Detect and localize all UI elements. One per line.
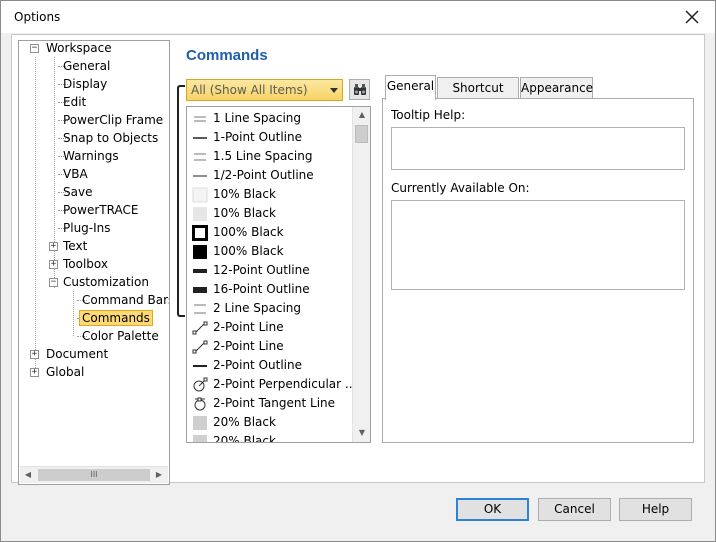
list-item[interactable]: 2-Point Perpendicular ... [189, 375, 356, 394]
collapse-customization-icon[interactable]: − [49, 278, 58, 287]
binoculars-icon [353, 83, 366, 95]
selection-connector [177, 85, 185, 317]
line-spacing-icon [194, 153, 206, 161]
tooltip-help-field[interactable] [391, 127, 685, 170]
list-item[interactable]: 1/2-Point Outline [189, 166, 349, 185]
tree-item-toolbox[interactable]: Toolbox [61, 255, 110, 273]
list-item[interactable]: 10% Black [189, 185, 349, 204]
expand-global-icon[interactable]: + [30, 368, 39, 377]
list-item[interactable]: 2-Point Line [189, 337, 349, 356]
swatch-icon [193, 245, 207, 259]
tree-item-warnings[interactable]: Warnings [61, 147, 121, 165]
commands-list-scrollbar[interactable]: ▲ ▼ [352, 107, 370, 442]
list-item[interactable]: 1 Line Spacing [189, 109, 349, 128]
swatch-icon [192, 187, 208, 203]
tangent-line-icon [194, 397, 206, 411]
list-item[interactable]: 100% Black [189, 242, 349, 261]
outline-icon [193, 365, 207, 367]
help-button[interactable]: Help [619, 498, 692, 521]
list-item[interactable]: 2-Point Outline [189, 356, 349, 375]
list-item[interactable]: 1.5 Line Spacing [189, 147, 349, 166]
filter-dropdown-value: All (Show All Items) [191, 83, 308, 97]
collapse-workspace-icon[interactable]: − [30, 44, 39, 53]
currently-available-label: Currently Available On: [391, 181, 530, 195]
tree-item-powerclip-frame[interactable]: PowerClip Frame [61, 111, 165, 129]
page-title: Commands [186, 47, 268, 64]
tooltip-help-label: Tooltip Help: [391, 108, 466, 122]
list-item[interactable]: 10% Black [189, 204, 349, 223]
general-tab-panel: Tooltip Help: Currently Available On: [382, 98, 694, 443]
list-item[interactable]: 2-Point Line [189, 318, 349, 337]
scroll-thumb[interactable]: III [38, 469, 150, 481]
find-button[interactable] [349, 79, 370, 100]
tree-item-global[interactable]: Global [44, 363, 86, 381]
line-spacing-icon [194, 304, 206, 314]
tree-item-document[interactable]: Document [44, 345, 110, 363]
tab-general[interactable]: General [385, 75, 436, 100]
list-item[interactable]: 12-Point Outline [189, 261, 349, 280]
content-area: − Workspace General Display Edit PowerCl… [11, 34, 705, 485]
tree-horizontal-scrollbar[interactable]: ◀ III ▶ [20, 466, 168, 483]
tree-item-snap-to-objects[interactable]: Snap to Objects [61, 129, 160, 147]
swatch-outline-icon [192, 225, 208, 241]
cancel-button[interactable]: Cancel [538, 498, 611, 521]
tree-item-vba[interactable]: VBA [61, 165, 90, 183]
tab-shortcut-keys[interactable]: Shortcut Keys [437, 77, 519, 115]
window-title: Options [14, 10, 61, 24]
tree-item-save[interactable]: Save [61, 183, 94, 201]
swatch-icon [193, 416, 207, 430]
commands-list[interactable]: 1 Line Spacing 1-Point Outline 1.5 Line … [186, 106, 371, 443]
tree-item-text[interactable]: Text [61, 237, 89, 255]
chevron-down-icon [330, 88, 338, 93]
tree-item-general[interactable]: General [61, 57, 112, 75]
tree-item-display[interactable]: Display [61, 75, 109, 93]
scroll-thumb[interactable] [355, 125, 368, 143]
expand-toolbox-icon[interactable]: + [49, 260, 58, 269]
expand-text-icon[interactable]: + [49, 242, 58, 251]
list-item[interactable]: 100% Black [189, 223, 349, 242]
list-item[interactable]: 20% Black [189, 432, 349, 442]
outline-icon [193, 175, 207, 177]
outline-icon [193, 287, 207, 293]
options-dialog: Options − Workspace General Display Edit… [0, 0, 716, 542]
list-item[interactable]: 2 Line Spacing [189, 299, 349, 318]
outline-icon [193, 269, 207, 273]
currently-available-field[interactable] [391, 200, 685, 290]
swatch-icon [193, 435, 207, 442]
two-point-line-icon [192, 340, 208, 354]
scroll-up-icon[interactable]: ▲ [354, 107, 370, 123]
scroll-left-icon[interactable]: ◀ [20, 467, 36, 483]
tree-item-plug-ins[interactable]: Plug-Ins [61, 219, 113, 237]
scroll-right-icon[interactable]: ▶ [151, 467, 167, 483]
tree-item-command-bars[interactable]: Command Bars [80, 291, 169, 309]
line-spacing-icon [194, 116, 206, 122]
list-item[interactable]: 16-Point Outline [189, 280, 349, 299]
tree-item-powertrace[interactable]: PowerTRACE [61, 201, 140, 219]
list-item[interactable]: 1-Point Outline [189, 128, 349, 147]
tree-item-customization[interactable]: Customization [61, 273, 151, 291]
expand-document-icon[interactable]: + [30, 350, 39, 359]
tree-item-edit[interactable]: Edit [61, 93, 88, 111]
options-tree: − Workspace General Display Edit PowerCl… [18, 40, 170, 485]
perpendicular-line-icon [193, 377, 208, 392]
tree-item-workspace[interactable]: Workspace [44, 41, 114, 57]
tree-item-color-palette[interactable]: Color Palette [80, 327, 161, 345]
tab-appearance[interactable]: Appearance [520, 77, 593, 99]
scroll-down-icon[interactable]: ▼ [354, 425, 370, 441]
close-button[interactable] [673, 3, 711, 31]
title-bar: Options [1, 1, 715, 33]
list-item[interactable]: 2-Point Tangent Line [189, 394, 349, 413]
outline-icon [193, 137, 207, 139]
two-point-line-icon [192, 321, 208, 335]
ok-button[interactable]: OK [456, 498, 529, 521]
list-item[interactable]: 20% Black [189, 413, 349, 432]
tree-item-commands[interactable]: Commands [79, 309, 153, 327]
close-icon [685, 10, 699, 24]
filter-dropdown[interactable]: All (Show All Items) [186, 79, 343, 101]
swatch-icon [193, 207, 207, 221]
